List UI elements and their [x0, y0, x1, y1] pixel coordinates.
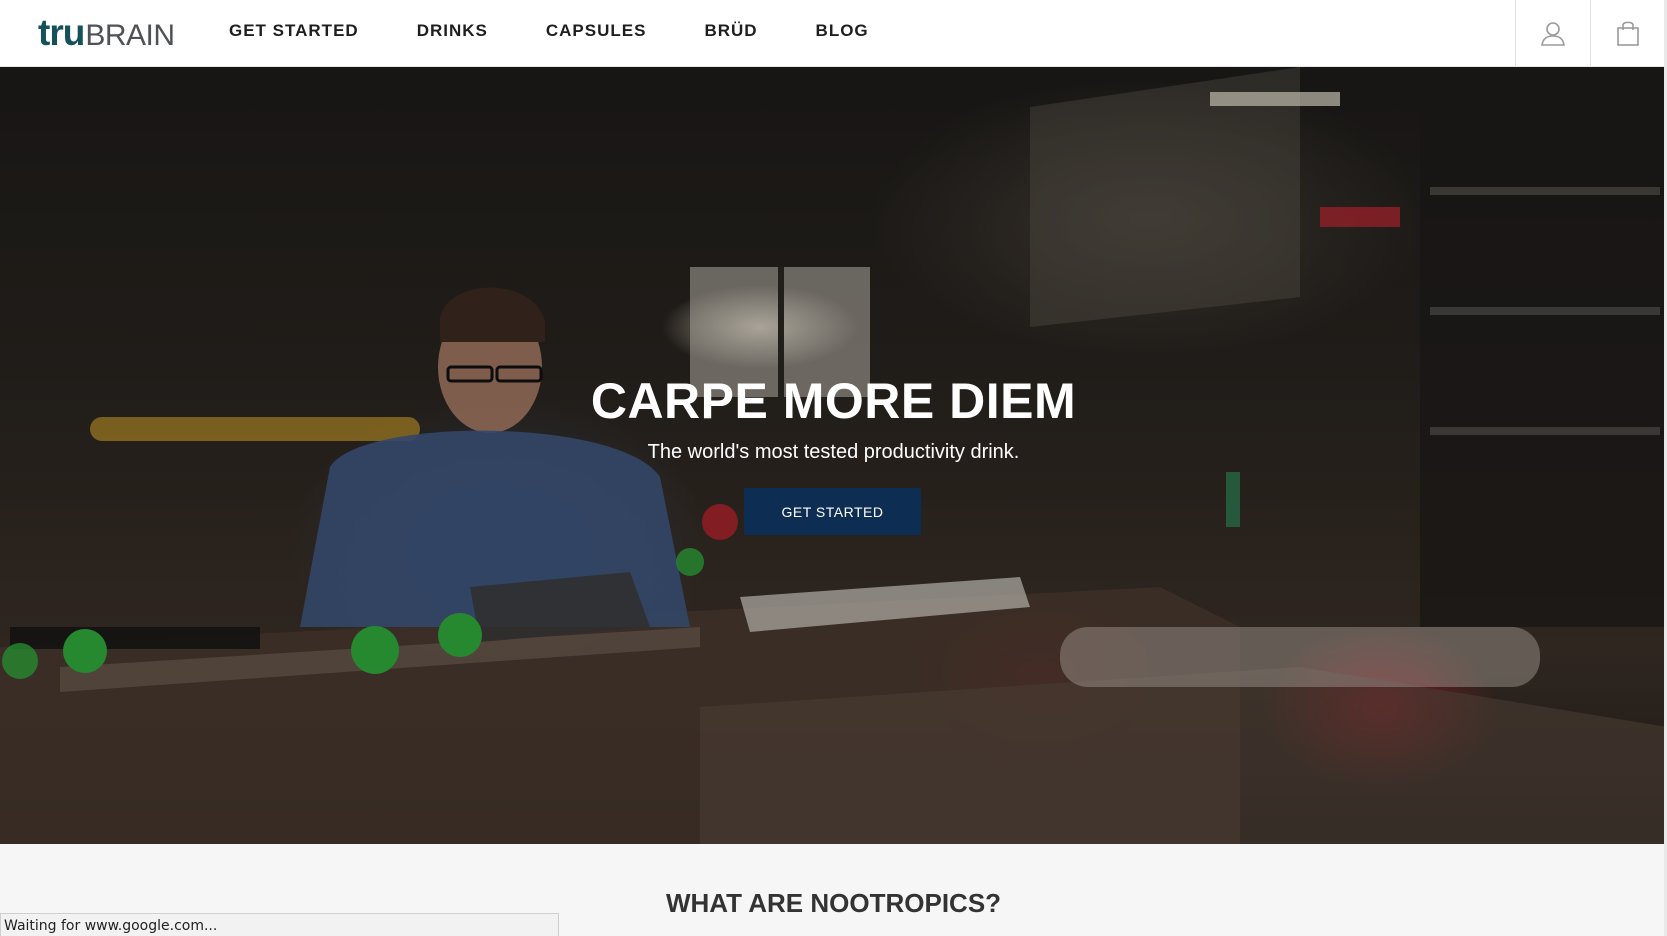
- nav-brud[interactable]: BRÜD: [704, 21, 757, 41]
- logo-brain-text: BRAIN: [85, 19, 175, 52]
- logo-tru-text: tru: [38, 12, 85, 53]
- nav-blog[interactable]: BLOG: [816, 21, 869, 41]
- browser-status-bar: Waiting for www.google.com...: [0, 913, 559, 936]
- shopping-bag-icon: [1617, 21, 1639, 46]
- hero-title: CARPE MORE DIEM: [590, 373, 1077, 429]
- site-header: tru BRAIN GET STARTED DRINKS CAPSULES BR…: [0, 0, 1667, 67]
- main-nav: GET STARTED DRINKS CAPSULES BRÜD BLOG: [229, 0, 927, 62]
- account-button[interactable]: [1515, 0, 1590, 66]
- hero-banner: CARPE MORE DIEM The world's most tested …: [0, 67, 1667, 844]
- cart-button[interactable]: [1590, 0, 1665, 66]
- hero-subtitle: The world's most tested productivity dri…: [647, 441, 1020, 463]
- nav-drinks[interactable]: DRINKS: [417, 21, 488, 41]
- trubrain-logo[interactable]: tru BRAIN: [38, 12, 175, 53]
- nav-capsules[interactable]: CAPSULES: [546, 21, 647, 41]
- hero-get-started-button[interactable]: GET STARTED: [744, 488, 921, 535]
- nav-get-started[interactable]: GET STARTED: [229, 21, 359, 41]
- user-icon: [1541, 22, 1565, 46]
